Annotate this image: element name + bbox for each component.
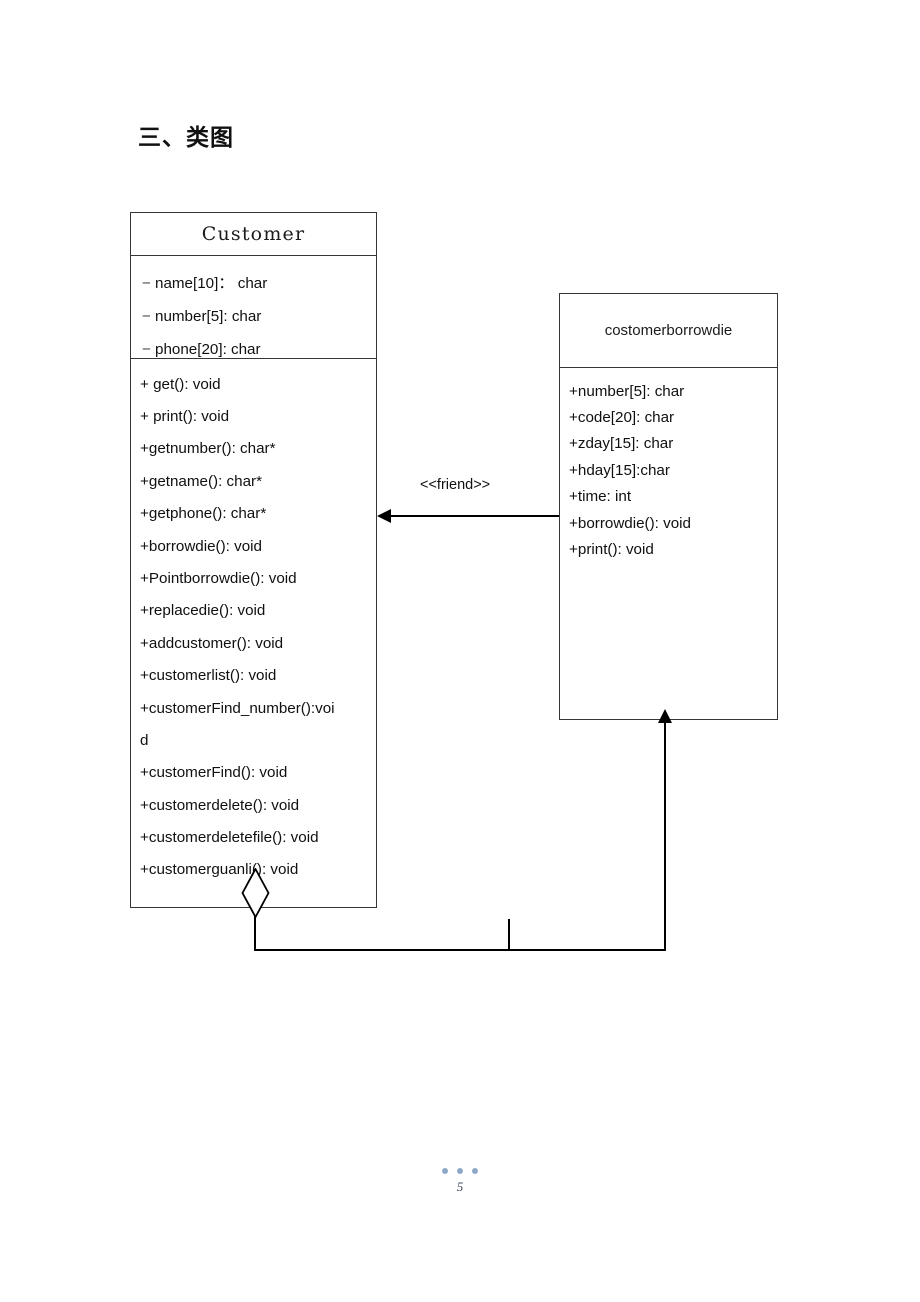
- footer-dot-icon: [442, 1168, 448, 1174]
- member-row: +borrowdie(): void: [569, 514, 691, 532]
- member-row: +hday[15]:char: [569, 461, 670, 479]
- method-row: +customerFind(): void: [140, 764, 288, 782]
- aggregation-horizontal-segment: [254, 949, 666, 951]
- methods-compartment-customer: + get(): void + print(): void +getnumber…: [131, 359, 376, 886]
- class-name-customer: Customer: [201, 223, 306, 245]
- class-name-costomerborrowdie: costomerborrowdie: [604, 322, 733, 339]
- page-footer: 5: [0, 1168, 920, 1195]
- member-row: +zday[15]: char: [569, 435, 674, 453]
- class-box-costomerborrowdie[interactable]: costomerborrowdie +number[5]: char +code…: [559, 293, 778, 720]
- class-header-costomerborrowdie: costomerborrowdie: [560, 294, 777, 368]
- relationship-label-friend: <<friend>>: [420, 477, 491, 493]
- visibility-private-icon: −: [142, 308, 151, 326]
- footer-dots-decoration: [0, 1168, 920, 1174]
- friend-connector-line: [381, 515, 559, 517]
- method-row: +replacedie(): void: [140, 602, 266, 620]
- method-row: +Pointborrowdie(): void: [140, 569, 297, 587]
- method-row: + get(): void: [140, 375, 221, 393]
- attribute-text: name[10]： char: [155, 275, 268, 292]
- aggregation-riser-segment: [664, 722, 666, 950]
- aggregation-tick-segment: [508, 919, 510, 950]
- method-row: +customerlist(): void: [140, 667, 277, 685]
- method-row: +borrowdie(): void: [140, 537, 262, 555]
- member-row: +time: int: [569, 488, 632, 506]
- page-number: 5: [456, 1179, 464, 1194]
- aggregation-arrowhead-icon: [658, 709, 672, 723]
- member-row: +code[20]: char: [569, 408, 675, 426]
- attributes-compartment-customer: − name[10]： char − number[5]: char − phone[…: [131, 256, 376, 359]
- page-title: 三、类图: [138, 124, 234, 150]
- aggregation-diamond-icon: [241, 868, 270, 918]
- attribute-row: − number[5]: char: [142, 300, 376, 333]
- attribute-row: − name[10]： char: [142, 267, 376, 300]
- method-row: +getname(): char*: [140, 472, 262, 490]
- friend-arrowhead-icon: [377, 509, 391, 523]
- visibility-private-icon: −: [142, 341, 151, 359]
- method-row-wrapped: d: [140, 731, 149, 749]
- method-row: +customerFind_number():voi: [140, 699, 335, 717]
- class-box-customer[interactable]: Customer − name[10]： char − number[5]: cha…: [130, 212, 377, 908]
- method-row: +customerdelete(): void: [140, 796, 300, 814]
- member-row: +print(): void: [569, 540, 654, 558]
- aggregation-vertical-segment: [254, 915, 256, 951]
- footer-dot-icon: [457, 1168, 463, 1174]
- method-row: +customerdeletefile(): void: [140, 829, 319, 847]
- class-header-customer: Customer: [131, 213, 376, 256]
- member-row: +number[5]: char: [569, 382, 685, 400]
- method-row: +addcustomer(): void: [140, 634, 284, 652]
- visibility-private-icon: −: [142, 275, 151, 292]
- attribute-text: number[5]: char: [155, 308, 262, 326]
- attribute-text: phone[20]: char: [155, 341, 261, 359]
- method-row: +getphone(): char*: [140, 505, 267, 523]
- method-row: + print(): void: [140, 407, 230, 425]
- method-row: +getnumber(): char*: [140, 440, 276, 458]
- members-compartment-costomerborrowdie: +number[5]: char +code[20]: char +zday[1…: [560, 368, 777, 563]
- footer-dot-icon: [472, 1168, 478, 1174]
